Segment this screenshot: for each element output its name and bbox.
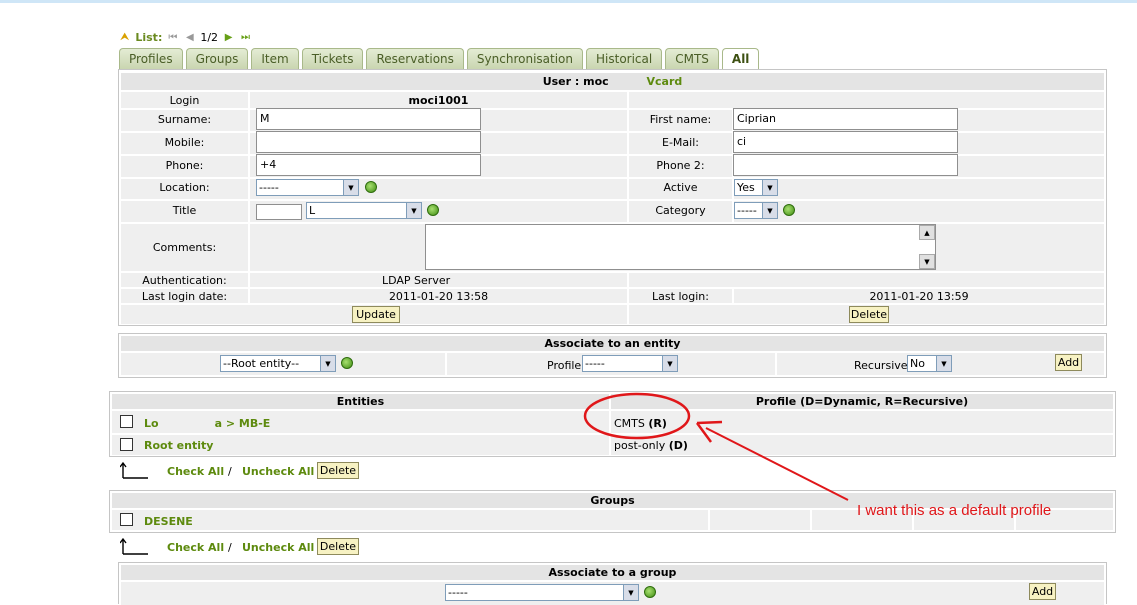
annotation-arrow-line	[705, 427, 849, 501]
annotation-arrow-head	[695, 420, 723, 443]
highlight-ellipse	[583, 392, 691, 440]
annotation-text: I want this as a default profile	[857, 502, 1052, 519]
